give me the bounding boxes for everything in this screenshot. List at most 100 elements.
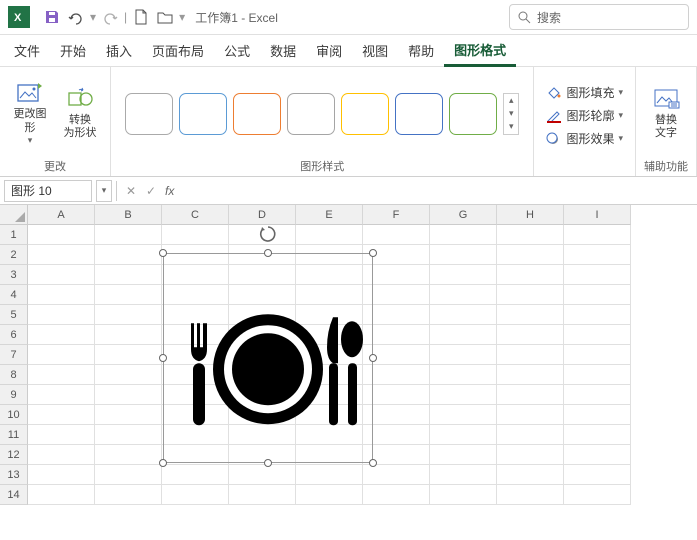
cell[interactable]: [28, 365, 95, 385]
tab-file[interactable]: 文件: [4, 35, 50, 67]
cancel-formula-icon[interactable]: ✕: [121, 184, 141, 198]
convert-to-shape-button[interactable]: 转换 为形状: [58, 78, 102, 150]
cell[interactable]: [497, 425, 564, 445]
cell[interactable]: [229, 485, 296, 505]
qat-overflow-icon[interactable]: ▾: [179, 10, 185, 24]
resize-handle[interactable]: [264, 459, 272, 467]
cell[interactable]: [430, 385, 497, 405]
cell[interactable]: [430, 465, 497, 485]
cell[interactable]: [95, 305, 162, 325]
cell[interactable]: [497, 245, 564, 265]
row-header[interactable]: 10: [0, 405, 28, 425]
cell[interactable]: [28, 225, 95, 245]
cell[interactable]: [95, 485, 162, 505]
name-box-dropdown-icon[interactable]: ▾: [96, 180, 112, 202]
name-box[interactable]: 图形 10: [4, 180, 92, 202]
row-header[interactable]: 9: [0, 385, 28, 405]
cell[interactable]: [430, 445, 497, 465]
row-header[interactable]: 11: [0, 425, 28, 445]
style-preset-2[interactable]: [179, 93, 227, 135]
cell[interactable]: [564, 465, 631, 485]
cell[interactable]: [296, 485, 363, 505]
cell[interactable]: [95, 285, 162, 305]
qat-dropdown-icon[interactable]: ▾: [90, 10, 96, 24]
cell[interactable]: [564, 285, 631, 305]
cell[interactable]: [296, 465, 363, 485]
cell[interactable]: [497, 465, 564, 485]
cell[interactable]: [95, 265, 162, 285]
cell[interactable]: [564, 385, 631, 405]
row-header[interactable]: 14: [0, 485, 28, 505]
cell[interactable]: [497, 305, 564, 325]
tab-pagelayout[interactable]: 页面布局: [142, 35, 214, 67]
style-preset-7[interactable]: [449, 93, 497, 135]
cell[interactable]: [430, 245, 497, 265]
gallery-more-icon[interactable]: ▾: [504, 120, 518, 133]
style-preset-6[interactable]: [395, 93, 443, 135]
column-header[interactable]: F: [363, 205, 430, 225]
cell[interactable]: [497, 325, 564, 345]
cell[interactable]: [95, 385, 162, 405]
resize-handle[interactable]: [264, 249, 272, 257]
column-header[interactable]: B: [95, 205, 162, 225]
cell[interactable]: [28, 445, 95, 465]
cell[interactable]: [95, 345, 162, 365]
tab-home[interactable]: 开始: [50, 35, 96, 67]
cell[interactable]: [430, 405, 497, 425]
undo-icon[interactable]: [64, 5, 88, 29]
tab-insert[interactable]: 插入: [96, 35, 142, 67]
resize-handle[interactable]: [369, 354, 377, 362]
cell[interactable]: [95, 325, 162, 345]
cell[interactable]: [28, 385, 95, 405]
cell[interactable]: [497, 265, 564, 285]
cell[interactable]: [162, 465, 229, 485]
shape-outline-button[interactable]: 图形轮廓 ▾: [542, 105, 627, 126]
cell[interactable]: [564, 225, 631, 245]
cell[interactable]: [363, 365, 430, 385]
column-header[interactable]: G: [430, 205, 497, 225]
cell[interactable]: [296, 225, 363, 245]
cell[interactable]: [430, 325, 497, 345]
resize-handle[interactable]: [369, 249, 377, 257]
cell[interactable]: [497, 485, 564, 505]
tab-help[interactable]: 帮助: [398, 35, 444, 67]
cell[interactable]: [430, 225, 497, 245]
cell[interactable]: [229, 465, 296, 485]
enter-formula-icon[interactable]: ✓: [141, 184, 161, 198]
row-header[interactable]: 8: [0, 365, 28, 385]
style-preset-3[interactable]: [233, 93, 281, 135]
cell[interactable]: [28, 485, 95, 505]
formula-input[interactable]: [178, 180, 697, 202]
resize-handle[interactable]: [369, 459, 377, 467]
cell[interactable]: [497, 225, 564, 245]
tab-data[interactable]: 数据: [260, 35, 306, 67]
cell[interactable]: [497, 345, 564, 365]
cell[interactable]: [95, 365, 162, 385]
cell[interactable]: [363, 465, 430, 485]
cell[interactable]: [564, 305, 631, 325]
cell[interactable]: [363, 485, 430, 505]
fx-icon[interactable]: fx: [165, 184, 174, 198]
tab-graphics-format[interactable]: 图形格式: [444, 35, 516, 67]
cell[interactable]: [430, 425, 497, 445]
row-header[interactable]: 6: [0, 325, 28, 345]
resize-handle[interactable]: [159, 354, 167, 362]
shape-selection-box[interactable]: [163, 253, 373, 463]
cell[interactable]: [564, 445, 631, 465]
cell[interactable]: [497, 285, 564, 305]
style-preset-1[interactable]: [125, 93, 173, 135]
column-header[interactable]: H: [497, 205, 564, 225]
style-preset-5[interactable]: [341, 93, 389, 135]
cell[interactable]: [28, 265, 95, 285]
column-header[interactable]: C: [162, 205, 229, 225]
rotate-handle-icon[interactable]: [258, 224, 278, 247]
cell[interactable]: [363, 405, 430, 425]
redo-icon[interactable]: [98, 5, 122, 29]
tab-view[interactable]: 视图: [352, 35, 398, 67]
cell[interactable]: [363, 385, 430, 405]
cell[interactable]: [28, 285, 95, 305]
column-header[interactable]: I: [564, 205, 631, 225]
cell[interactable]: [564, 325, 631, 345]
tab-review[interactable]: 审阅: [306, 35, 352, 67]
cell[interactable]: [95, 465, 162, 485]
